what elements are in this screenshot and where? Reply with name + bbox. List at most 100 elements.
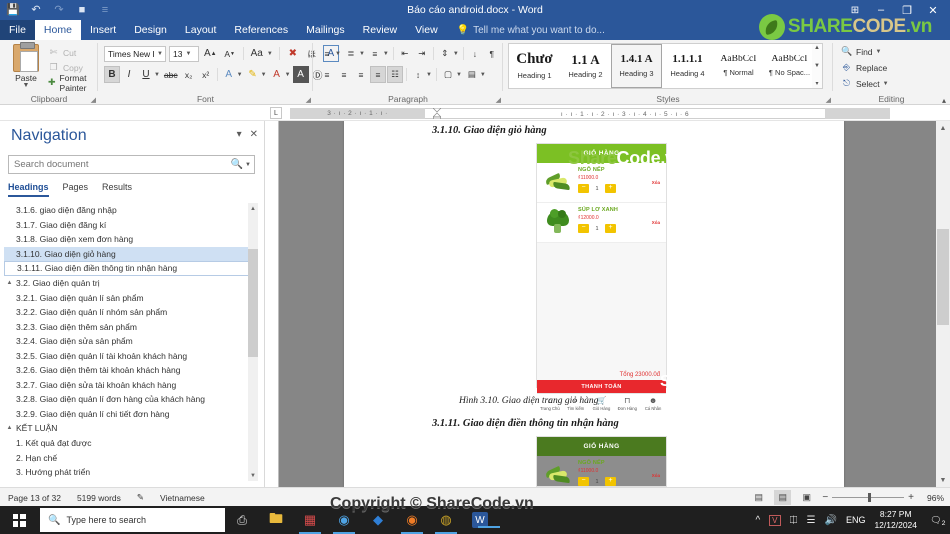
wifi-icon[interactable]: ☰ [807,515,816,526]
align-left-button[interactable]: ≡ [319,66,335,83]
heading-item[interactable]: 3.2.9. Giao diện quản lí chi tiết đơn hà… [4,407,250,422]
grow-font-button[interactable]: A ▲ [202,45,219,62]
file-explorer-icon[interactable]: 🖿 [259,506,293,534]
heading-item[interactable]: 3.1.7. Giao diện đăng kí [4,218,250,233]
heading-item-focused[interactable]: 3.1.11. Giao diện điền thông tin nhận hà… [4,261,250,276]
heading-item[interactable]: 3.2.5. Giao diện quản lí tài khoản khách… [4,348,250,363]
zoom-thumb[interactable] [868,493,872,502]
clipboard-dialog-launcher[interactable]: ◢ [91,96,96,104]
tab-review[interactable]: Review [354,20,406,40]
usb-icon[interactable]: ⎅ [790,515,798,526]
decrease-indent-button[interactable]: ⇤ [397,45,413,62]
tab-headings[interactable]: Headings [8,182,49,197]
sort-az-button[interactable]: ↓ [467,45,483,62]
close-button[interactable]: ✕ [920,0,946,20]
heading-item[interactable]: ▲ KẾT LUẬN [4,421,250,436]
bullets-button[interactable]: ≡ [319,45,335,62]
tab-home[interactable]: Home [34,20,81,40]
numbering-button[interactable]: ≣ [343,45,359,62]
ribbon-display-options-icon[interactable]: ⊞ [842,0,868,20]
close-icon[interactable]: ✕ [250,129,258,140]
heading-item[interactable]: 3.2.6. Giao diện thêm tài khoản khách hà… [4,363,250,378]
document-area[interactable]: 3.1.10. Giao diện giỏ hàng GIỎ HÀNG NGÔ … [265,121,950,487]
bold-button[interactable]: B [104,66,120,83]
show-marks-button[interactable]: ¶ [484,45,500,62]
align-center-button[interactable]: ≡ [336,66,352,83]
text-highlight-color-button[interactable]: ✎ [245,66,261,83]
heading-item[interactable]: 3.2.4. Giao diện sửa sản phẩm [4,334,250,349]
collapse-triangle-icon[interactable]: ▲ [4,280,15,286]
read-mode-button[interactable]: ▤ [750,490,767,505]
pane-options-icon[interactable]: ▾ [237,129,242,140]
heading-item[interactable]: 3.1.6. giao diện đăng nhập [4,203,250,218]
scroll-down-icon[interactable]: ▼ [248,470,258,481]
chevron-down-icon[interactable]: ▼ [456,72,462,78]
subscript-button[interactable]: x₂ [181,66,197,83]
word-icon[interactable]: W [472,512,500,528]
heading-item[interactable]: 3.2.1. Giao diện quản lí sản phẩm [4,290,250,305]
sort-button[interactable]: ⇕ [437,45,453,62]
strikethrough-button[interactable]: abc [162,66,180,83]
asian-layout-button[interactable]: A [292,66,309,83]
firefox-icon[interactable]: ◉ [395,506,429,534]
taskbar-search-box[interactable]: 🔍 Type here to search [40,508,225,532]
collapse-ribbon-button[interactable]: ▴ [942,96,946,105]
scroll-down-icon[interactable]: ▼ [814,63,820,69]
text-effects-button[interactable]: A [221,66,237,83]
volume-icon[interactable]: 🔊 [824,515,836,526]
chevron-down-icon[interactable]: ▼ [876,49,882,55]
show-hidden-icons[interactable]: ^ [755,515,760,526]
antivirus-icon[interactable]: V [769,514,781,526]
justify-button[interactable]: ≡ [370,66,386,83]
clear-formatting-button[interactable]: ✖ [285,45,301,62]
navigation-search-box[interactable]: 🔍 ▼ [8,155,255,174]
notification-center-icon[interactable]: 🗨 2 [926,515,948,528]
heading-item[interactable]: TÀI LIỆU THAM KHẢO [4,479,250,481]
styles-dialog-launcher[interactable]: ◢ [826,96,831,104]
language-status[interactable]: Vietnamese [160,493,205,503]
indent-markers[interactable] [432,107,442,120]
heading-item[interactable]: 3.2.3. Giao diện thêm sản phẩm [4,319,250,334]
spell-check-icon[interactable]: ✎ [137,492,144,503]
chevron-down-icon[interactable]: ▼ [335,51,341,57]
borders-button[interactable]: ▤ [464,66,480,83]
style-no-spacing[interactable]: AaBbCcI ¶ No Spac... [764,44,815,88]
find-button[interactable]: 🔍 Find ▼ [841,46,883,57]
increase-indent-button[interactable]: ⇥ [414,45,430,62]
chevron-down-icon[interactable]: ▼ [453,51,459,57]
tab-design[interactable]: Design [125,20,176,40]
navigation-scrollbar[interactable]: ▲ ▼ [248,203,258,481]
ide-icon[interactable]: ◍ [429,506,463,534]
font-name-combobox[interactable]: Times New Ro ▼ [104,45,166,62]
shading-button[interactable]: ▢ [440,66,456,83]
tell-me-search[interactable]: 💡 Tell me what you want to do... [447,20,605,40]
heading-item[interactable]: ▲ 3.2. Giao diện quản trị [4,276,250,291]
change-case-button[interactable]: Aa [249,45,265,62]
chevron-down-icon[interactable]: ▼ [267,51,273,57]
style-heading-4[interactable]: 1.1.1.1 Heading 4 [662,44,713,88]
chevron-down-icon[interactable]: ▼ [383,51,389,57]
superscript-button[interactable]: x² [198,66,214,83]
teamviewer-icon[interactable]: ◆ [361,506,395,534]
tab-pages[interactable]: Pages [63,182,89,197]
line-spacing-button[interactable]: ↕ [410,66,426,83]
zoom-track[interactable] [832,493,905,502]
collapse-triangle-icon[interactable]: ▲ [4,425,15,431]
shrink-font-button[interactable]: A ▼ [222,45,238,62]
media-app-icon[interactable]: ▦ [293,506,327,534]
heading-item[interactable]: 3.2.8. Giao diện quản lí đơn hàng của kh… [4,392,250,407]
chevron-down-icon[interactable]: ▼ [480,72,486,78]
zoom-slider[interactable]: − + [822,492,914,503]
task-view-icon[interactable]: ⎙ [225,506,259,534]
zoom-in-button[interactable]: + [908,492,914,503]
tab-references[interactable]: References [225,20,297,40]
search-icon[interactable]: 🔍 [229,159,245,170]
style-heading-3[interactable]: 1.4.1 A Heading 3 [611,44,662,88]
distributed-button[interactable]: ☷ [387,66,403,83]
scroll-up-icon[interactable]: ▲ [936,121,950,135]
zoom-level[interactable]: 96% [921,493,944,503]
align-right-button[interactable]: ≡ [353,66,369,83]
style-heading-1[interactable]: Chươ Heading 1 [509,44,560,88]
heading-item[interactable]: 2. Hạn chế [4,450,250,465]
zoom-out-button[interactable]: − [822,492,828,503]
